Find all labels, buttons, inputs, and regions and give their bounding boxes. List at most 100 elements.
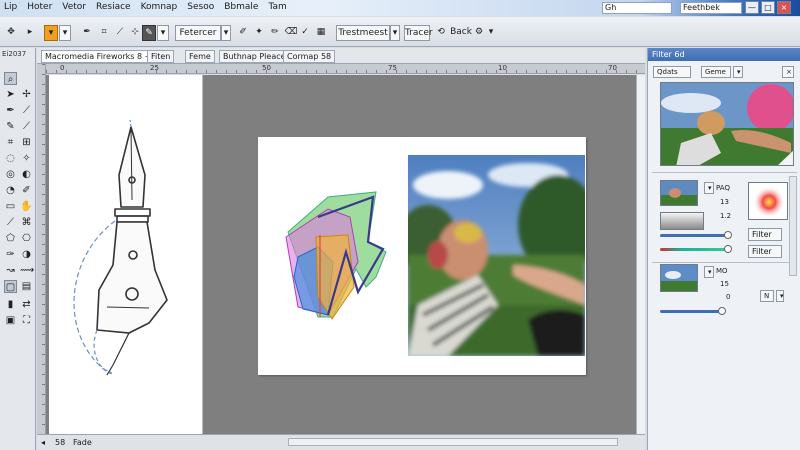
reshape-icon[interactable]: ⟿: [20, 264, 34, 277]
close-button[interactable]: ×: [777, 1, 791, 14]
shape-icon[interactable]: ▭: [4, 200, 17, 213]
layer-thumbnail-2[interactable]: [660, 264, 698, 292]
chevron-down-icon[interactable]: ▾: [704, 266, 714, 278]
chevron-down-icon[interactable]: ▾: [486, 25, 496, 41]
document-tabs: Macromedia Fireworks 8 ÷ Fiten Feme Buth…: [37, 48, 645, 64]
move-icon[interactable]: ✥: [6, 25, 16, 41]
vector-shapes[interactable]: [258, 137, 408, 375]
fill-dropdown[interactable]: Fetercer: [175, 25, 221, 41]
park-photo[interactable]: [408, 155, 585, 356]
smudge-icon[interactable]: ✑: [4, 248, 17, 261]
freeform-icon[interactable]: ↝: [4, 264, 17, 277]
slider-knob-2[interactable]: [724, 245, 732, 253]
tab-cormap[interactable]: Cormap 58: [283, 50, 336, 63]
dodge-icon[interactable]: ◑: [20, 248, 33, 261]
settings-icon[interactable]: ⚙: [474, 25, 484, 41]
brush-icon[interactable]: ⟋: [20, 120, 33, 133]
polygon-icon[interactable]: ⬠: [4, 232, 17, 245]
eraser-icon[interactable]: ⌫: [284, 25, 298, 41]
filter-button-1[interactable]: Filter: [748, 228, 782, 241]
slider-knob-1[interactable]: [724, 231, 732, 239]
crop-icon[interactable]: ⌗: [97, 25, 111, 41]
full-screen-icon[interactable]: ⛶: [20, 314, 33, 327]
slice-icon[interactable]: ▤: [20, 280, 33, 293]
check-icon[interactable]: ✓: [298, 25, 312, 41]
horizontal-scrollbar[interactable]: [288, 438, 618, 446]
chevron-down-icon[interactable]: ▾: [776, 290, 784, 302]
search-input[interactable]: Gh: [602, 2, 672, 14]
menu-item-symbol[interactable]: Bbmale: [224, 2, 258, 12]
play-icon[interactable]: ▸: [24, 25, 36, 41]
flower-preview[interactable]: [748, 182, 788, 220]
blur-icon[interactable]: ◐: [20, 168, 33, 181]
pencil-icon[interactable]: ✎: [142, 25, 156, 41]
paint-bucket-icon[interactable]: ⌘: [20, 216, 33, 229]
chevron-down-icon[interactable]: ▾: [733, 66, 743, 78]
eraser-icon[interactable]: ◎: [4, 168, 17, 181]
tab-bitmap-place[interactable]: Buthnap Pleace: [219, 50, 290, 63]
crop-icon[interactable]: ⌗: [4, 136, 17, 149]
fill-color-icon[interactable]: ▮: [4, 298, 17, 311]
pointer-icon[interactable]: ➤: [4, 88, 17, 101]
text-icon[interactable]: ◔: [4, 184, 17, 197]
eyedropper-icon[interactable]: ✐: [20, 184, 33, 197]
vertical-scrollbar[interactable]: [636, 75, 645, 434]
layer-thumbnail-1[interactable]: [660, 180, 698, 206]
subselect-icon[interactable]: ✢: [20, 88, 33, 101]
brush-icon[interactable]: ✐: [236, 25, 250, 41]
menu-item-edit[interactable]: Hoter: [27, 2, 52, 12]
lasso-icon[interactable]: ◌: [4, 152, 17, 165]
menu-item-select[interactable]: Sesoo: [187, 2, 214, 12]
zoom-icon[interactable]: ⌕: [4, 72, 17, 85]
filter-preview-image[interactable]: [660, 82, 794, 166]
pen-sketch-panel[interactable]: [49, 75, 203, 434]
chevron-down-icon[interactable]: ▾: [704, 182, 714, 194]
tab-document-main[interactable]: Macromedia Fireworks 8 ÷: [41, 50, 156, 63]
hand-icon[interactable]: ✋: [20, 200, 33, 213]
scale-icon[interactable]: ⊞: [20, 136, 33, 149]
page-prev-icon[interactable]: ◂: [41, 435, 45, 450]
tab-feme[interactable]: Feme: [185, 50, 215, 63]
pencil-icon[interactable]: ✏: [268, 25, 282, 41]
menu-item-bitmap[interactable]: Komnap: [141, 2, 178, 12]
pen-icon[interactable]: ✒: [80, 25, 94, 41]
chevron-down-icon[interactable]: ▾: [221, 25, 231, 41]
menu-item-vector[interactable]: Vetor: [62, 2, 86, 12]
line-icon[interactable]: ⟋: [20, 104, 33, 117]
panel-close-icon[interactable]: ×: [782, 66, 794, 78]
line-icon[interactable]: ⟋: [113, 25, 127, 41]
panel-tab-qdats[interactable]: Qdats: [653, 66, 691, 78]
anchor-icon[interactable]: ⊹: [128, 25, 142, 41]
gradient-swatch[interactable]: [660, 212, 704, 230]
filter-button-2[interactable]: Filter: [748, 245, 782, 258]
effect-button[interactable]: Tracer: [404, 25, 433, 41]
maximize-button[interactable]: □: [761, 1, 775, 14]
pencil-icon[interactable]: ✎: [4, 120, 17, 133]
swap-colors-icon[interactable]: ⇄: [20, 298, 33, 311]
value-n-field[interactable]: N: [760, 290, 774, 302]
rectangle-icon[interactable]: ▢: [4, 280, 17, 293]
chevron-down-icon[interactable]: ▾: [390, 25, 400, 41]
chevron-down-icon[interactable]: ▾: [59, 25, 71, 41]
style-dropdown[interactable]: Trestmeest: [336, 25, 390, 41]
stamp-icon[interactable]: ⎔: [20, 232, 33, 245]
minimize-button[interactable]: —: [745, 1, 759, 14]
sparkle-icon[interactable]: ✦: [252, 25, 266, 41]
tab-fiten[interactable]: Fiten: [147, 50, 175, 63]
slider-knob-3[interactable]: [718, 307, 726, 315]
menu-item-team[interactable]: Tam: [268, 2, 286, 12]
panel-scrollbar[interactable]: [789, 176, 797, 276]
workspace-field[interactable]: Feethbek: [680, 2, 742, 14]
screen-mode-icon[interactable]: ▣: [4, 314, 17, 327]
sync-icon[interactable]: ⟲: [436, 25, 446, 41]
knife-icon[interactable]: ⟋: [4, 216, 17, 229]
menu-item-file[interactable]: Lip: [4, 2, 17, 12]
grid-icon[interactable]: ▦: [314, 25, 328, 41]
chevron-down-icon[interactable]: ▾: [157, 25, 169, 41]
back-button[interactable]: Back: [450, 25, 472, 41]
stroke-color-swatch[interactable]: ▾: [44, 25, 58, 41]
menu-item-resize[interactable]: Resiace: [96, 2, 131, 12]
pen-icon[interactable]: ✒: [4, 104, 17, 117]
magic-wand-icon[interactable]: ✧: [20, 152, 33, 165]
panel-tab-geme[interactable]: Geme: [701, 66, 731, 78]
